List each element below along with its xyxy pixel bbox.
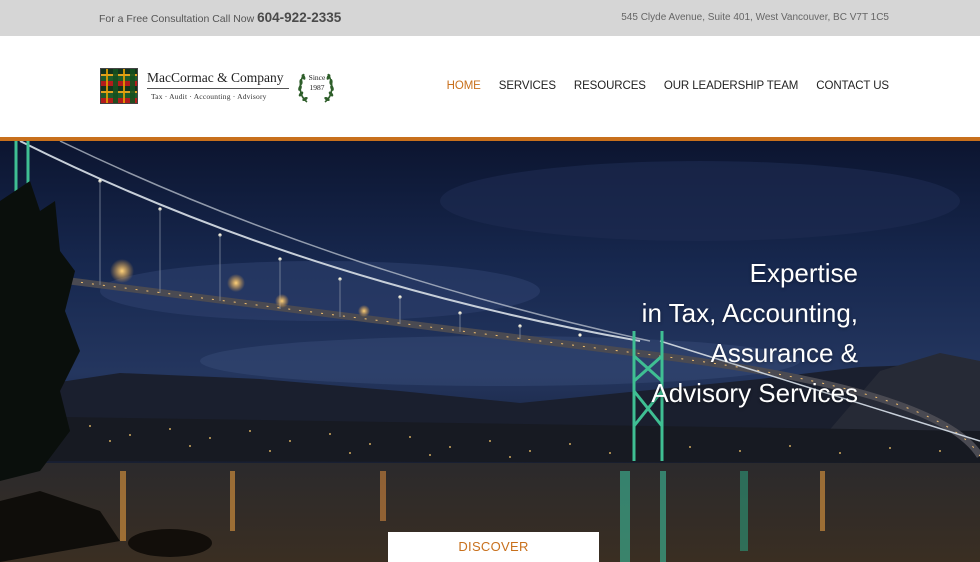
since-label: Since: [308, 73, 326, 82]
since-badge: Since 1987: [306, 73, 328, 93]
since-year: 1987: [309, 83, 325, 92]
company-tagline: Tax · Audit · Accounting · Advisory: [151, 92, 267, 101]
logo-divider: [147, 88, 289, 89]
nav-item-services[interactable]: SERVICES: [499, 80, 556, 92]
main-nav: HOME SERVICES RESOURCES OUR LEADERSHIP T…: [429, 80, 889, 92]
headline-line: Expertise: [749, 258, 858, 288]
phone-number-link[interactable]: 604-922-2335: [257, 10, 341, 25]
company-name: MacCormac & Company: [147, 70, 284, 85]
headline-line: Assurance &: [710, 338, 858, 368]
top-bar: For a Free Consultation Call Now 604-922…: [0, 0, 980, 36]
consultation-text: For a Free Consultation Call Now: [99, 13, 255, 25]
office-address: 545 Clyde Avenue, Suite 401, West Vancou…: [621, 12, 889, 23]
site-header: MacCormac & Company Tax · Audit · Accoun…: [0, 36, 980, 137]
nav-item-home[interactable]: HOME: [447, 80, 481, 92]
nav-item-contact-us[interactable]: CONTACT US: [816, 80, 889, 92]
nav-item-resources[interactable]: RESOURCES: [574, 80, 646, 92]
headline-line: Advisory Services: [651, 378, 858, 408]
discover-button[interactable]: DISCOVER: [388, 532, 599, 562]
nav-item-leadership-team[interactable]: OUR LEADERSHIP TEAM: [664, 80, 799, 92]
headline-line: in Tax, Accounting,: [641, 298, 858, 328]
hero-banner: Expertise in Tax, Accounting, Assurance …: [0, 141, 980, 562]
consultation-callout: For a Free Consultation Call Now 604-922…: [99, 10, 341, 25]
company-logo[interactable]: MacCormac & Company Tax · Audit · Accoun…: [100, 66, 340, 106]
hero-headline: Expertise in Tax, Accounting, Assurance …: [642, 253, 858, 413]
tartan-crest-icon: [100, 68, 138, 104]
